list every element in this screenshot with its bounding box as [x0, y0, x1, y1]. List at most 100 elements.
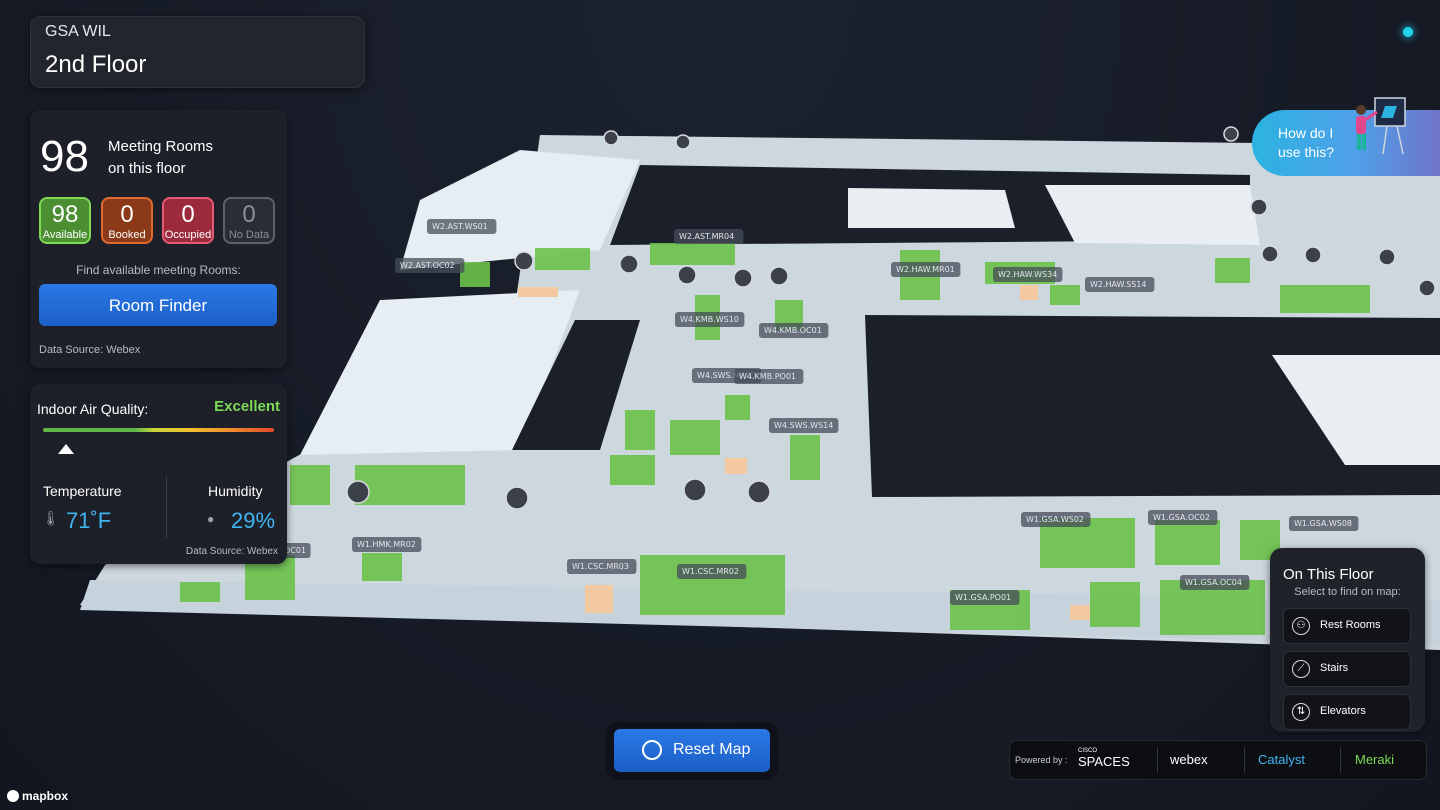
map-room-label[interactable]: W2.AST.MR04 [679, 232, 734, 241]
stairs-label: Stairs [1320, 662, 1349, 674]
no-data-count: 0 [242, 201, 256, 228]
meraki-logo: Meraki [1355, 752, 1395, 767]
booked-label: Booked [108, 229, 146, 241]
map-room-label[interactable]: W1.GSA.OC04 [1185, 578, 1242, 587]
floor-name: 2nd Floor [45, 51, 147, 78]
occupied-count: 0 [181, 201, 195, 228]
available-stat[interactable]: 98 Available [39, 197, 91, 244]
mapbox-icon [7, 790, 19, 802]
map-room-label[interactable]: W1.GSA.WS08 [1294, 519, 1352, 528]
map-room-label[interactable]: W1.CSC.MR02 [682, 567, 739, 576]
elevator-pin [1378, 248, 1396, 266]
thermometer-icon: 🌡 [42, 510, 60, 526]
map-room-label[interactable]: W4.KMB.OC01 [764, 326, 822, 335]
occupied-stat[interactable]: 0 Occupied [162, 197, 214, 244]
restroom-pin [1261, 245, 1279, 263]
map-room-label[interactable]: OC01 [284, 546, 306, 555]
available-label: Available [42, 229, 88, 241]
stairs-icon: ⟋ [1292, 660, 1310, 678]
slab-a [848, 188, 1015, 228]
map-room-label[interactable]: W2.HAW.MR01 [896, 265, 955, 274]
humidity-value: 29% [231, 508, 276, 533]
powered-by-label: Powered by : [1015, 755, 1068, 765]
map-room-label[interactable]: W4.SWS.WS14 [774, 421, 833, 430]
occupied-label: Occupied [164, 229, 212, 241]
map-room-label[interactable]: W1.GSA.WS02 [1026, 515, 1084, 524]
no-data-label: No Data [228, 229, 270, 241]
droplet-icon: ● [207, 512, 215, 526]
map-room-label[interactable]: W2.HAW.SS14 [1090, 280, 1146, 289]
reset-map-button[interactable]: Reset Map [614, 729, 770, 772]
webex-logo: webex [1170, 752, 1208, 767]
catalyst-logo: Catalyst [1258, 752, 1305, 767]
help-line1: How do I [1278, 125, 1334, 141]
elevators-label: Elevators [1320, 705, 1366, 717]
reset-map-label: Reset Map [673, 741, 751, 758]
help-line2: use this? [1278, 144, 1335, 160]
available-count: 98 [51, 201, 79, 228]
powered-by-bar: Powered by : CISCO SPACES webex Catalyst… [1009, 740, 1427, 780]
divider [1157, 747, 1158, 773]
map-room-label[interactable]: W2.HAW.WS34 [998, 270, 1057, 279]
air-quality-status: Excellent [214, 398, 280, 415]
help-button[interactable]: How do I use this? [1252, 97, 1440, 176]
cisco-spaces-logo: CISCO SPACES [1078, 748, 1130, 769]
data-source-label: Data Source: Webex [39, 344, 141, 356]
on-this-floor-panel: On This Floor Select to find on map: ⚇ R… [1270, 548, 1425, 732]
stairs-pin [1250, 198, 1268, 216]
map-room-label[interactable]: W1.HMK.MR02 [357, 540, 416, 549]
map-room-label[interactable]: W2.AST.OC02 [400, 261, 455, 270]
building-name: GSA WIL [45, 23, 111, 40]
temperature-label: Temperature [43, 483, 122, 499]
restroom-pin [747, 480, 771, 504]
temperature-value: 71˚F [66, 508, 112, 533]
compass-icon [642, 740, 662, 760]
meeting-room-count-label: Meeting Rooms on this floor [108, 136, 248, 180]
stairs-pin [346, 480, 370, 504]
map-room-label[interactable]: W1.GSA.OC02 [1153, 513, 1210, 522]
elevator-pin [677, 265, 697, 285]
on-this-floor-title: On This Floor [1283, 566, 1374, 583]
restrooms-button[interactable]: ⚇ Rest Rooms [1283, 608, 1411, 644]
booked-count: 0 [120, 201, 134, 228]
map-room-label[interactable]: W1.GSA.PO01 [955, 593, 1011, 602]
on-this-floor-subtitle: Select to find on map: [1294, 586, 1401, 598]
map-room-label[interactable]: W2.AST.WS01 [432, 222, 488, 231]
restroom-pin [1304, 246, 1322, 264]
room-finder-button[interactable]: Room Finder [39, 284, 277, 326]
map-room-label[interactable]: W4.KMB.WS10 [680, 315, 739, 324]
stairs-pin [619, 254, 639, 274]
air-quality-marker [58, 444, 75, 454]
restroom-icon: ⚇ [1292, 617, 1310, 635]
status-indicator [1403, 27, 1413, 37]
elevator-pin [675, 134, 691, 150]
no-data-stat[interactable]: 0 No Data [223, 197, 275, 244]
mapbox-logo[interactable]: mapbox [7, 789, 68, 803]
find-rooms-label: Find available meeting Rooms: [76, 263, 241, 277]
meeting-room-count: 98 [40, 132, 89, 181]
air-quality-panel: Indoor Air Quality: Excellent Temperatur… [30, 384, 287, 564]
map-room-label[interactable]: W1.CSC.MR03 [572, 562, 629, 571]
elevator-pin [505, 486, 529, 510]
help-text: How do I use this? [1278, 124, 1348, 162]
restroom-pin [769, 266, 789, 286]
meeting-rooms-panel: 98 Meeting Rooms on this floor 98 Availa… [30, 110, 287, 368]
restrooms-label: Rest Rooms [1320, 619, 1381, 631]
slab-b [1045, 185, 1260, 245]
stairs-pin [603, 130, 619, 146]
divider [166, 476, 167, 538]
humidity-label: Humidity [208, 483, 263, 499]
divider [1244, 747, 1245, 773]
stairs-pin [1223, 126, 1239, 142]
elevator-pin [733, 268, 753, 288]
stairs-pin [514, 251, 534, 271]
count-label-line1: Meeting Rooms [108, 138, 214, 155]
elevators-button[interactable]: ⇅ Elevators [1283, 694, 1411, 730]
booked-stat[interactable]: 0 Booked [101, 197, 153, 244]
map-room-label[interactable]: W4.KMB.PO01 [739, 372, 796, 381]
data-source-label: Data Source: Webex [185, 546, 278, 557]
air-quality-label: Indoor Air Quality: [37, 401, 149, 417]
elevator-icon: ⇅ [1292, 703, 1310, 721]
stairs-button[interactable]: ⟋ Stairs [1283, 651, 1411, 687]
air-quality-scale [43, 428, 274, 432]
